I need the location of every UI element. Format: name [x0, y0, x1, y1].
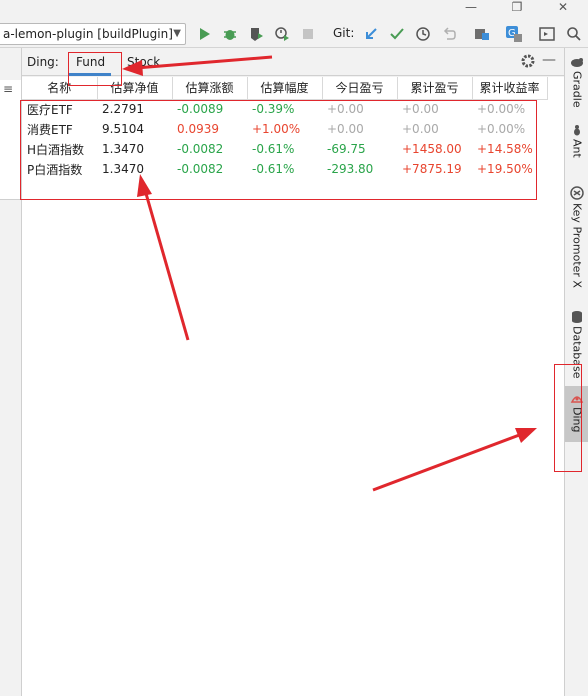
- coverage-icon[interactable]: [246, 24, 266, 44]
- column-header-est-change[interactable]: 估算涨额: [172, 77, 248, 100]
- key-promoter-icon: [570, 186, 584, 200]
- run-config-select[interactable]: a-lemon-plugin [buildPlugin] ▼: [0, 23, 186, 45]
- stop-icon[interactable]: [298, 24, 318, 44]
- cell-rate: +0.00%: [477, 102, 526, 117]
- minimize-icon[interactable]: —: [460, 0, 482, 14]
- cell-change: -0.0082: [177, 142, 224, 156]
- sidebar-item-database[interactable]: Database: [565, 310, 588, 379]
- column-header-total-pl[interactable]: 累计盈亏: [397, 77, 473, 100]
- column-header-today-pl[interactable]: 今日盈亏: [322, 77, 398, 100]
- search-icon[interactable]: [564, 24, 584, 44]
- cell-today: +0.00: [327, 102, 364, 117]
- tab-fund[interactable]: Fund: [76, 55, 105, 69]
- git-commit-icon[interactable]: [387, 24, 407, 44]
- gradle-icon: [571, 58, 583, 67]
- sidebar-item-label: Database: [570, 326, 584, 379]
- sidebar-item-gradle[interactable]: Gradle: [565, 56, 588, 108]
- cell-name: 消费ETF: [27, 122, 73, 137]
- fund-table: 名称 估算净值 估算涨额 估算幅度 今日盈亏 累计盈亏 累计收益率 医疗ETF …: [22, 77, 548, 179]
- table-row[interactable]: H白酒指数 1.3470 -0.0082 -0.61% -69.75 +1458…: [22, 139, 547, 159]
- cell-today: -293.80: [327, 162, 374, 176]
- cell-nav: 2.2791: [102, 102, 144, 117]
- cell-rate: +19.50%: [477, 162, 533, 176]
- restore-icon[interactable]: ❐: [506, 0, 528, 14]
- cell-pct: -0.61%: [252, 142, 295, 156]
- translate-icon[interactable]: G: [504, 24, 524, 44]
- cell-total: +0.00: [402, 102, 439, 117]
- debug-icon[interactable]: [220, 24, 240, 44]
- run-icon[interactable]: [194, 24, 214, 44]
- fund-table-container: 名称 估算净值 估算涨额 估算幅度 今日盈亏 累计盈亏 累计收益率 医疗ETF …: [22, 77, 564, 696]
- git-update-icon[interactable]: [361, 24, 381, 44]
- cell-name: P白酒指数: [27, 162, 83, 177]
- git-label: Git:: [333, 26, 355, 40]
- database-icon: [572, 311, 582, 323]
- column-header-name[interactable]: 名称: [22, 77, 98, 100]
- sidebar-item-label: Ding: [570, 407, 584, 433]
- right-tool-strip: Gradle Ant Key Promoter X Database Ding: [564, 48, 588, 696]
- main-toolbar: a-lemon-plugin [buildPlugin] ▼ Git: G: [0, 20, 588, 48]
- cell-today: +0.00: [327, 122, 364, 136]
- rollback-icon[interactable]: [439, 24, 459, 44]
- cell-pct: +1.00%: [252, 122, 301, 136]
- cell-change: -0.0082: [177, 162, 224, 176]
- cell-total: +0.00: [402, 122, 439, 136]
- column-header-est-nav[interactable]: 估算净值: [97, 77, 173, 100]
- cell-change: 0.0939: [177, 122, 219, 136]
- hide-panel-icon[interactable]: —: [542, 52, 556, 68]
- chevron-down-icon: ▼: [173, 28, 181, 39]
- active-tab-indicator: [69, 73, 111, 76]
- run-config-label: a-lemon-plugin [buildPlugin]: [3, 27, 173, 41]
- cell-nav: 9.5104: [102, 122, 144, 136]
- close-icon[interactable]: ✕: [552, 0, 574, 14]
- sidebar-item-label: Key Promoter X: [570, 203, 584, 288]
- tab-stock[interactable]: Stock: [127, 55, 160, 69]
- terminal-icon[interactable]: [537, 24, 557, 44]
- ding-tool-window: Ding: Fund Stock — 名称 估算净值 估算涨额 估算幅度 今日盈…: [22, 48, 564, 696]
- column-header-est-pct[interactable]: 估算幅度: [247, 77, 323, 100]
- cell-today: -69.75: [327, 142, 366, 156]
- profile-icon[interactable]: [272, 24, 292, 44]
- cell-pct: -0.39%: [252, 102, 295, 117]
- panel-header: Ding: Fund Stock —: [22, 48, 564, 76]
- sidebar-item-label: Gradle: [570, 71, 584, 108]
- cell-name: H白酒指数: [27, 142, 85, 157]
- cell-nav: 1.3470: [102, 142, 144, 156]
- project-structure-icon[interactable]: [472, 24, 492, 44]
- history-icon[interactable]: [413, 24, 433, 44]
- window-titlebar: — ❐ ✕: [0, 0, 588, 20]
- cell-name: 医疗ETF: [27, 102, 73, 117]
- cell-pct: -0.61%: [252, 162, 295, 176]
- table-header-row: 名称 估算净值 估算涨额 估算幅度 今日盈亏 累计盈亏 累计收益率: [22, 77, 548, 100]
- sidebar-item-ant[interactable]: Ant: [565, 124, 588, 158]
- cell-nav: 1.3470: [102, 162, 144, 176]
- table-row[interactable]: P白酒指数 1.3470 -0.0082 -0.61% -293.80 +787…: [22, 159, 547, 179]
- column-header-total-return[interactable]: 累计收益率: [472, 77, 548, 100]
- panel-title: Ding:: [27, 55, 59, 69]
- sidebar-item-key-promoter-x[interactable]: Key Promoter X: [565, 186, 588, 288]
- sidebar-item-ding[interactable]: Ding: [565, 386, 588, 442]
- table-row[interactable]: 医疗ETF 2.2791 -0.0089 -0.39% +0.00 +0.00 …: [22, 99, 547, 119]
- cell-rate: +0.00%: [477, 122, 526, 136]
- cell-rate: +14.58%: [477, 142, 533, 156]
- ding-icon: [570, 396, 584, 403]
- table-row[interactable]: 消费ETF 9.5104 0.0939 +1.00% +0.00 +0.00 +…: [22, 119, 547, 139]
- structure-icon[interactable]: ≡: [3, 82, 13, 96]
- cell-total: +7875.19: [402, 162, 462, 176]
- gear-icon[interactable]: [520, 53, 536, 69]
- cell-change: -0.0089: [177, 102, 224, 117]
- sidebar-item-label: Ant: [570, 139, 584, 158]
- cell-total: +1458.00: [402, 142, 462, 156]
- ant-icon: [574, 125, 580, 136]
- left-editor-fragment: [0, 80, 22, 200]
